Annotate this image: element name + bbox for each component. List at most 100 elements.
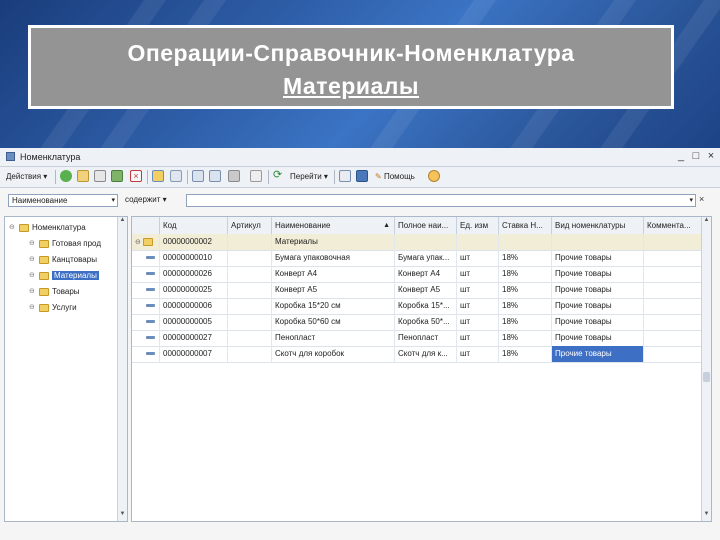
- cell-name: Конверт А4: [272, 266, 395, 282]
- header-name[interactable]: Наименование ▲: [272, 217, 395, 234]
- hierarchy-icon[interactable]: [152, 170, 164, 182]
- filter-settings-icon[interactable]: [228, 170, 240, 182]
- clear-search-icon[interactable]: ×: [699, 194, 704, 204]
- collapse-icon[interactable]: ⊖: [29, 238, 37, 250]
- scroll-down-icon[interactable]: ▼: [118, 511, 127, 521]
- help-book-icon: ✎: [375, 172, 382, 181]
- cell-name: Материалы: [272, 234, 395, 250]
- scroll-up-icon[interactable]: ▲: [702, 217, 711, 227]
- cell-article: [228, 346, 272, 362]
- goto-menu[interactable]: Перейти ▾: [290, 170, 328, 183]
- header-article[interactable]: Артикул: [228, 217, 272, 234]
- folder-icon: [39, 240, 49, 248]
- tree-scrollbar[interactable]: ▲ ▼: [117, 217, 127, 521]
- table-scrollbar[interactable]: ▲ ▼: [701, 217, 711, 521]
- chevron-down-icon[interactable]: ▾: [689, 195, 693, 206]
- table-row[interactable]: 00000000026 Конверт А4 Конверт А4 шт 18%…: [132, 266, 703, 283]
- list-settings-icon[interactable]: [339, 170, 351, 182]
- clear-filter-icon[interactable]: [250, 170, 262, 182]
- add-group-icon[interactable]: [94, 170, 106, 182]
- edit-icon[interactable]: [111, 170, 123, 182]
- help-label: Помощь: [383, 172, 415, 181]
- table-row[interactable]: 00000000006 Коробка 15*20 см Коробка 15*…: [132, 298, 703, 315]
- maximize-button[interactable]: □: [689, 150, 703, 162]
- header-comment[interactable]: Коммента...: [644, 217, 703, 234]
- collapse-icon[interactable]: ⊖: [135, 239, 141, 246]
- cell-type: Прочие товары: [552, 330, 644, 346]
- toolbar-separator: [334, 170, 335, 184]
- group-tree: ⊖ Номенклатура ⊖ Готовая прод ⊖ Канцтовары …: [4, 216, 128, 522]
- collapse-icon[interactable]: ⊖: [9, 222, 17, 234]
- copy-icon[interactable]: [77, 170, 89, 182]
- tree-item-label: Товары: [52, 287, 80, 297]
- tree-root[interactable]: ⊖ Номенклатура: [9, 222, 86, 234]
- cell-full-name: Пенопласт: [395, 330, 457, 346]
- chevron-down-icon[interactable]: ▾: [111, 195, 115, 206]
- refresh-icon[interactable]: ⟳: [273, 170, 285, 182]
- header-name-label: Наименование: [275, 221, 331, 230]
- folder-icon: [39, 272, 49, 280]
- toolbar-separator: [55, 170, 56, 184]
- cell-name: Пенопласт: [272, 330, 395, 346]
- close-button[interactable]: ×: [704, 150, 718, 162]
- collapse-icon[interactable]: ⊖: [29, 286, 37, 298]
- table-row[interactable]: 00000000005 Коробка 50*60 см Коробка 50*…: [132, 314, 703, 331]
- minimize-button[interactable]: _: [674, 150, 688, 162]
- list-icon[interactable]: [170, 170, 182, 182]
- scroll-down-icon[interactable]: ▼: [702, 511, 711, 521]
- scroll-thumb[interactable]: [703, 372, 710, 382]
- slide-subtitle: Материалы: [282, 73, 420, 99]
- table-group-row[interactable]: ⊖ 00000000002 Материалы: [132, 234, 703, 251]
- table-row[interactable]: 00000000010 Бумага упаковочная Бумага уп…: [132, 250, 703, 267]
- delete-icon[interactable]: ×: [130, 170, 142, 182]
- collapse-icon[interactable]: ⊖: [29, 254, 37, 266]
- slide-banner: Операции-Справочник-Номенклатура Материа…: [0, 0, 720, 148]
- add-icon[interactable]: [60, 170, 72, 182]
- cell-unit: шт: [457, 346, 499, 362]
- item-icon: [146, 272, 155, 275]
- folder-icon: [142, 237, 153, 246]
- filter-mode-select[interactable]: содержит ▾: [122, 194, 182, 207]
- table-row[interactable]: 00000000025 Конверт А5 Конверт А5 шт 18%…: [132, 282, 703, 299]
- scroll-up-icon[interactable]: ▲: [118, 217, 127, 227]
- filter-field-select[interactable]: Наименование ▾: [8, 194, 118, 207]
- row-icon-cell: [132, 298, 160, 314]
- cell-type-selected[interactable]: Прочие товары: [552, 346, 644, 362]
- filter-settings-icon[interactable]: [209, 170, 221, 182]
- actions-menu[interactable]: Действия ▾: [6, 170, 47, 183]
- cell-vat: 18%: [499, 266, 552, 282]
- cell-name: Бумага упаковочная: [272, 250, 395, 266]
- tree-item-label: Канцтовары: [52, 255, 97, 265]
- cell-vat: 18%: [499, 282, 552, 298]
- toolbar: Действия ▾ × ⟳ Перейти ▾ ✎ Помощь: [0, 167, 720, 188]
- cell-comment: [644, 298, 703, 314]
- collapse-icon[interactable]: ⊖: [29, 270, 37, 282]
- cell-name: Коробка 50*60 см: [272, 314, 395, 330]
- table-row[interactable]: 00000000027 Пенопласт Пенопласт шт 18% П…: [132, 330, 703, 347]
- header-unit[interactable]: Ед. изм: [457, 217, 499, 234]
- filter-icon[interactable]: [192, 170, 204, 182]
- item-icon: [146, 352, 155, 355]
- help-icon[interactable]: [428, 170, 440, 182]
- slide-title: Операции-Справочник-Номенклатура: [127, 40, 575, 66]
- report-icon[interactable]: [356, 170, 368, 182]
- help-button[interactable]: ✎ Помощь: [375, 170, 415, 183]
- search-input[interactable]: ▾: [186, 194, 696, 207]
- tree-item-goods[interactable]: ⊖ Товары: [29, 286, 80, 298]
- header-full-name[interactable]: Полное наи...: [395, 217, 457, 234]
- cell-comment: [644, 266, 703, 282]
- header-type[interactable]: Вид номенклатуры: [552, 217, 644, 234]
- filter-field-value: Наименование: [12, 196, 68, 205]
- header-code[interactable]: Код: [160, 217, 228, 234]
- header-icon-column: [132, 217, 160, 234]
- collapse-icon[interactable]: ⊖: [29, 302, 37, 314]
- cell-vat: 18%: [499, 250, 552, 266]
- app-window: Номенклатура _ □ × Действия ▾ × ⟳ Перейт…: [0, 148, 720, 540]
- cell-comment: [644, 250, 703, 266]
- tree-item-stationery[interactable]: ⊖ Канцтовары: [29, 254, 97, 266]
- header-vat[interactable]: Ставка Н...: [499, 217, 552, 234]
- table-row[interactable]: 00000000007 Скотч для коробок Скотч для …: [132, 346, 703, 363]
- tree-item-materials[interactable]: ⊖ Материалы: [29, 270, 99, 282]
- tree-item-services[interactable]: ⊖ Услуги: [29, 302, 77, 314]
- tree-item-finished-goods[interactable]: ⊖ Готовая прод: [29, 238, 101, 250]
